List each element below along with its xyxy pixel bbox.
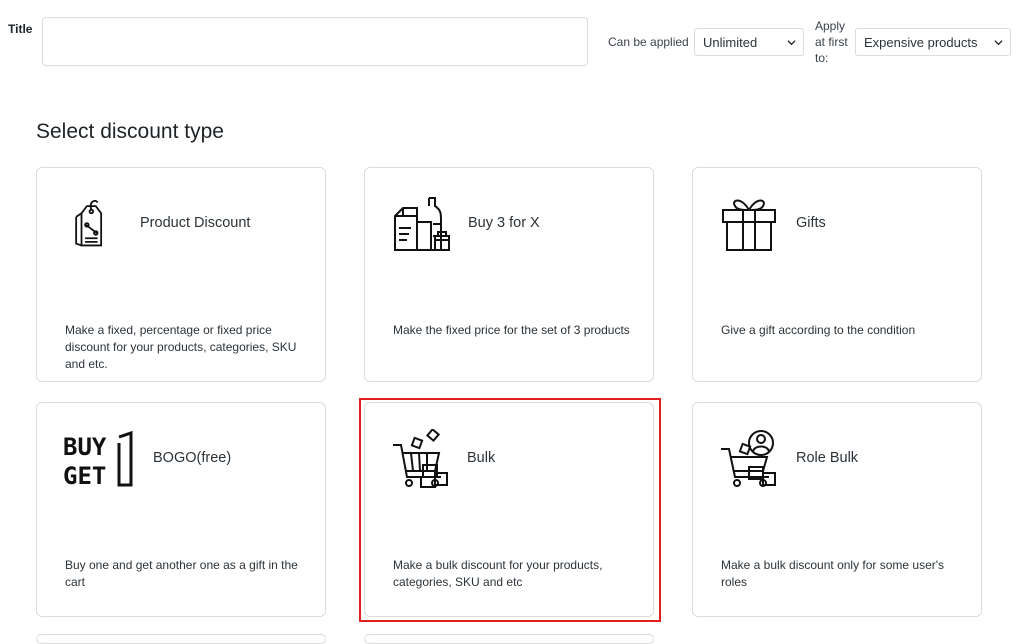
- card-description: Make a bulk discount only for some user'…: [721, 558, 945, 589]
- discount-type-card-bulk[interactable]: Bulk Make a bulk discount for your produ…: [364, 402, 654, 617]
- svg-text:GET: GET: [63, 462, 106, 489]
- can-be-applied-value: Unlimited: [703, 34, 758, 50]
- card-title: Product Discount: [140, 215, 251, 231]
- section-title: Select discount type: [36, 120, 224, 143]
- card-title: Buy 3 for X: [468, 215, 540, 231]
- discount-type-card-partial[interactable]: [364, 634, 654, 644]
- card-description: Buy one and get another one as a gift in…: [65, 558, 298, 589]
- can-be-applied-select[interactable]: Unlimited: [694, 28, 804, 56]
- discount-type-card-product-discount[interactable]: Product Discount Make a fixed, percentag…: [36, 167, 326, 382]
- card-description: Give a gift according to the condition: [721, 323, 916, 337]
- title-input[interactable]: [42, 17, 588, 66]
- discount-type-card-bogo[interactable]: BUY GET BOGO(free) Buy one and get anoth…: [36, 402, 326, 617]
- role-bulk-cart-icon: [721, 430, 776, 487]
- card-title: BOGO(free): [153, 450, 232, 466]
- discount-type-card-partial[interactable]: [36, 634, 326, 644]
- card-description: Make a bulk discount for your products, …: [393, 558, 603, 589]
- card-title: Role Bulk: [796, 450, 859, 466]
- buy-get-one-icon: BUY GET: [63, 430, 133, 489]
- card-title: Bulk: [467, 450, 496, 466]
- card-description: Make a fixed, percentage or fixed price …: [65, 323, 297, 371]
- gift-box-icon: [722, 199, 776, 251]
- bulk-cart-icon: [393, 429, 448, 488]
- apply-at-first-label: Apply at first to:: [815, 19, 848, 65]
- discount-type-card-gifts[interactable]: Gifts Give a gift according to the condi…: [692, 167, 982, 382]
- card-description: Make the fixed price for the set of 3 pr…: [393, 323, 630, 337]
- title-label: Title: [8, 22, 33, 36]
- discount-type-card-role-bulk[interactable]: Role Bulk Make a bulk discount only for …: [692, 402, 982, 617]
- chevron-down-icon: [994, 40, 1003, 46]
- card-title: Gifts: [796, 215, 826, 231]
- can-be-applied-label: Can be applied: [608, 35, 689, 49]
- apply-at-first-select[interactable]: Expensive products: [855, 28, 1011, 56]
- discount-type-card-buy-3-for-x[interactable]: Buy 3 for X Make the fixed price for the…: [364, 167, 654, 382]
- price-tag-percent-icon: [75, 200, 103, 247]
- svg-text:BUY: BUY: [63, 433, 107, 461]
- chevron-down-icon: [787, 40, 796, 46]
- grocery-products-icon: [394, 197, 450, 251]
- apply-at-first-value: Expensive products: [864, 34, 978, 50]
